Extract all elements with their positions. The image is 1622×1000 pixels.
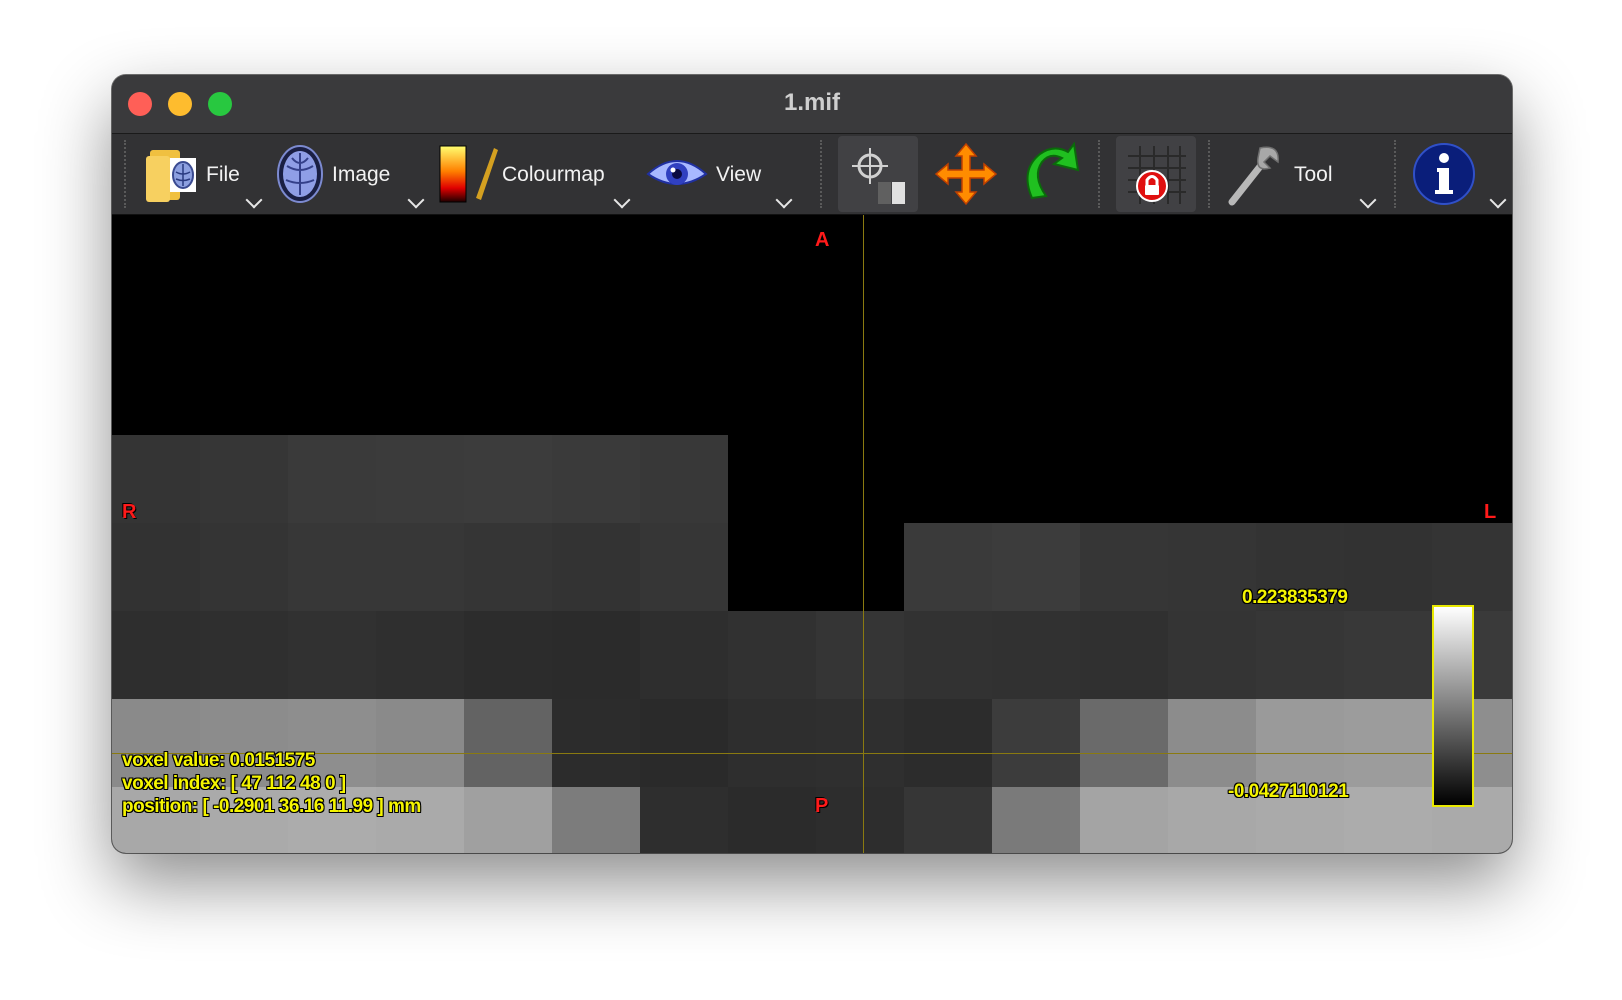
toolbar-separator bbox=[1098, 140, 1100, 208]
orientation-label-posterior: P bbox=[815, 795, 829, 817]
chevron-down-icon bbox=[1489, 191, 1507, 209]
image-menu-label: Image bbox=[332, 163, 391, 186]
snap-to-grid-toggle[interactable] bbox=[1116, 136, 1196, 212]
orientation-label-left: L bbox=[1484, 501, 1497, 523]
toolbar-grip bbox=[124, 140, 126, 208]
view-icon bbox=[646, 154, 708, 199]
colourmap-menu-label: Colourmap bbox=[502, 163, 605, 186]
image-icon bbox=[274, 144, 326, 209]
move-mode-button[interactable] bbox=[926, 134, 1006, 214]
file-menu-button[interactable]: File bbox=[140, 134, 270, 214]
app-window: 1.mif File Image Colourmap View Tool A P… bbox=[112, 75, 1512, 853]
move-icon bbox=[934, 142, 998, 211]
crosshair-horizontal bbox=[112, 753, 1512, 754]
file-icon bbox=[144, 146, 202, 209]
window-title: 1.mif bbox=[783, 89, 840, 116]
colourmap-icon bbox=[436, 142, 500, 211]
chevron-down-icon bbox=[407, 191, 425, 209]
info-menu-button[interactable] bbox=[1412, 134, 1508, 214]
file-menu-label: File bbox=[206, 163, 240, 186]
rotate-mode-button[interactable] bbox=[1010, 134, 1090, 214]
toolbar: File Image Colourmap View Tool bbox=[112, 134, 1512, 215]
info-icon bbox=[1412, 142, 1476, 211]
colourmap-menu-button[interactable]: Colourmap bbox=[430, 134, 638, 214]
chevron-down-icon bbox=[613, 191, 631, 209]
tool-menu-button[interactable]: Tool bbox=[1222, 134, 1386, 214]
colorbar bbox=[1432, 605, 1474, 807]
orientation-label-right: R bbox=[122, 501, 137, 523]
chevron-down-icon bbox=[1359, 191, 1377, 209]
chevron-down-icon bbox=[245, 191, 263, 209]
chevron-down-icon bbox=[775, 191, 793, 209]
title-bar: 1.mif bbox=[112, 75, 1512, 134]
view-menu-button[interactable]: View bbox=[646, 134, 808, 214]
tool-menu-label: Tool bbox=[1294, 163, 1333, 186]
focus-contrast-mode-button[interactable] bbox=[838, 136, 918, 212]
toolbar-separator bbox=[820, 140, 822, 208]
image-menu-button[interactable]: Image bbox=[274, 134, 426, 214]
toolbar-separator bbox=[1394, 140, 1396, 208]
voxel-value-readout: voxel value: 0.0151575 bbox=[122, 750, 315, 771]
rotate-icon bbox=[1018, 140, 1082, 211]
toolbar-separator bbox=[1208, 140, 1210, 208]
voxel-index-readout: voxel index: [ 47 112 48 0 ] bbox=[122, 773, 346, 794]
view-menu-label: View bbox=[716, 163, 762, 186]
focus-contrast-icon bbox=[846, 144, 910, 213]
wrench-icon bbox=[1222, 142, 1286, 211]
colorbar-min-label: -0.0427110121 bbox=[1228, 781, 1349, 802]
colorbar-max-label: 0.223835379 bbox=[1242, 587, 1348, 608]
orientation-label-anterior: A bbox=[815, 229, 830, 251]
image-viewport[interactable]: A P R L voxel value: 0.0151575 voxel ind… bbox=[112, 215, 1512, 853]
lock-grid-icon bbox=[1124, 142, 1188, 211]
crosshair-vertical bbox=[863, 215, 864, 853]
position-readout: position: [ -0.2901 36.16 11.99 ] mm bbox=[122, 796, 421, 817]
